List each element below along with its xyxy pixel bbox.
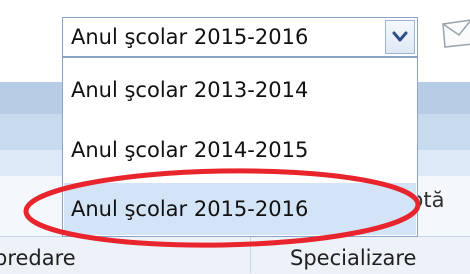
chevron-down-icon xyxy=(392,31,408,42)
option-2014-2015[interactable]: Anul şcolar 2014-2015 xyxy=(64,124,416,176)
envelope-icon[interactable] xyxy=(437,18,470,48)
option-2013-2014[interactable]: Anul şcolar 2013-2014 xyxy=(64,64,416,116)
option-2015-2016-selected[interactable]: Anul şcolar 2015-2016 xyxy=(64,183,416,235)
column-divider xyxy=(250,236,251,273)
select-value: Anul şcolar 2015-2016 xyxy=(71,25,309,49)
dropdown-arrow-button[interactable] xyxy=(385,20,415,54)
dropdown-list: Anul şcolar 2013-2014 Anul şcolar 2014-2… xyxy=(62,57,418,237)
column-header-predare[interactable]: predare xyxy=(0,246,76,270)
column-header-specializare[interactable]: Specializare xyxy=(290,246,416,270)
school-year-select[interactable]: Anul şcolar 2015-2016 xyxy=(62,17,418,57)
